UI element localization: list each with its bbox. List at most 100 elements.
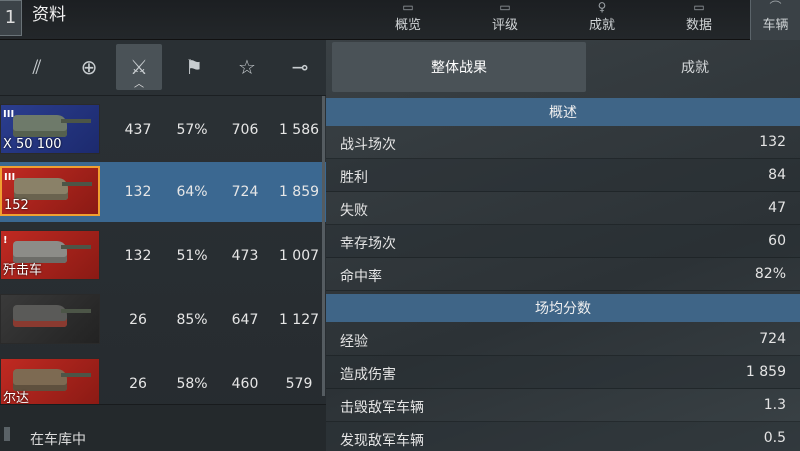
stat-row: 击毁敌军车辆 1.3 bbox=[326, 389, 800, 422]
garage-filter[interactable]: 在车库中 bbox=[0, 404, 326, 451]
rating-icon: ▭ bbox=[499, 0, 511, 14]
tab-overview[interactable]: ▭ 概览 bbox=[363, 0, 453, 40]
stat-value: 82% bbox=[754, 266, 786, 282]
vehicle-row[interactable]: III X 50 100 437 57% 706 1 586 bbox=[0, 100, 326, 160]
winrate-value: 57% bbox=[176, 122, 208, 138]
avg-xp-value: 473 bbox=[231, 248, 259, 264]
vehicle-name: 歼击车 bbox=[3, 263, 43, 278]
winrate-sort-icon[interactable]: ⚑ bbox=[171, 44, 217, 90]
stat-label: 命中率 bbox=[340, 269, 382, 285]
top-bar: 1 资料 ▭ 概览 ▭ 评级 ♀ 成就 ▭ 数据 ⌒ 车辆 bbox=[0, 0, 800, 40]
damage-sort-icon[interactable]: ⊸ bbox=[277, 44, 323, 90]
stat-label: 发现敌军车辆 bbox=[340, 433, 424, 449]
vehicle-thumbnail: ! 歼击车 bbox=[0, 230, 100, 280]
vehicle-thumbnail: III 152 bbox=[0, 166, 100, 216]
back-button[interactable]: 1 bbox=[0, 0, 22, 36]
avg-damage-value: 1 586 bbox=[278, 122, 320, 138]
stat-row: 失败 47 bbox=[326, 192, 800, 225]
tank-barrel bbox=[61, 245, 91, 249]
tank-image bbox=[13, 115, 67, 137]
stat-value: 132 bbox=[759, 134, 786, 150]
stats-panel: 整体战果 成就 概述 战斗场次 132 胜利 84 失败 47 幸存场次 60 … bbox=[326, 40, 800, 451]
tab-rating[interactable]: ▭ 评级 bbox=[460, 0, 550, 40]
tier-badge: ! bbox=[3, 235, 8, 246]
stat-value: 1.3 bbox=[763, 397, 786, 413]
stat-label: 幸存场次 bbox=[340, 236, 396, 252]
vehicle-name: X 50 100 bbox=[3, 137, 62, 152]
stat-row: 造成伤害 1 859 bbox=[326, 356, 800, 389]
vehicle-row[interactable]: ! 歼击车 132 51% 473 1 007 bbox=[0, 226, 326, 286]
overview-icon: ▭ bbox=[402, 0, 414, 14]
tab-achievements-sub[interactable]: 成就 bbox=[590, 42, 800, 92]
battles-value: 437 bbox=[124, 122, 152, 138]
vehicle-thumbnail: 尔达 bbox=[0, 358, 100, 408]
tank-image bbox=[14, 178, 68, 200]
vehicle-name: 152 bbox=[4, 198, 29, 213]
stat-row: 战斗场次 132 bbox=[326, 126, 800, 159]
avg-xp-value: 706 bbox=[231, 122, 259, 138]
mastery-sort-icon[interactable]: ☆ bbox=[224, 44, 270, 90]
battles-value: 26 bbox=[129, 312, 147, 328]
stat-label: 胜利 bbox=[340, 170, 368, 186]
garage-checkbox[interactable] bbox=[4, 427, 10, 441]
data-icon: ▭ bbox=[693, 0, 705, 14]
winrate-value: 85% bbox=[176, 312, 208, 328]
battles-sort-icon[interactable]: ⚔ ︿ bbox=[116, 44, 162, 90]
stat-label: 经验 bbox=[340, 334, 368, 350]
stat-value: 724 bbox=[759, 331, 786, 347]
winrate-value: 58% bbox=[176, 376, 208, 392]
tier-badge: III bbox=[4, 172, 16, 183]
tier-badge: III bbox=[3, 109, 15, 120]
stat-value: 1 859 bbox=[745, 364, 786, 380]
average-section-header: 场均分数 bbox=[326, 294, 800, 322]
stat-row: 发现敌军车辆 0.5 bbox=[326, 422, 800, 451]
tab-overall-results[interactable]: 整体战果 bbox=[332, 42, 586, 92]
vehicle-thumbnail bbox=[0, 294, 100, 344]
stat-row: 经验 724 bbox=[326, 323, 800, 356]
vehicle-list-panel: ⫽ ⊕ ⚔ ︿ ⚑ ☆ ⊸ III X 50 100 437 57% 706 1… bbox=[0, 40, 326, 451]
nation-filter-icon[interactable]: ⊕ bbox=[66, 44, 112, 90]
stat-value: 47 bbox=[768, 200, 786, 216]
tier-filter-icon[interactable]: ⫽ bbox=[14, 44, 60, 90]
garage-filter-label: 在车库中 bbox=[30, 432, 86, 448]
vehicle-thumbnail: III X 50 100 bbox=[0, 104, 100, 154]
vehicle-row[interactable]: 26 85% 647 1 127 bbox=[0, 290, 326, 350]
avg-xp-value: 460 bbox=[231, 376, 259, 392]
tank-barrel bbox=[61, 373, 91, 377]
avg-xp-value: 724 bbox=[231, 184, 259, 200]
tank-barrel bbox=[61, 309, 91, 313]
page-title: 资料 bbox=[32, 5, 66, 25]
list-scrollbar[interactable] bbox=[322, 96, 325, 396]
winrate-value: 64% bbox=[176, 184, 208, 200]
avg-damage-value: 1 007 bbox=[278, 248, 320, 264]
stat-label: 造成伤害 bbox=[340, 367, 396, 383]
stat-label: 击毁敌军车辆 bbox=[340, 400, 424, 416]
stat-row: 胜利 84 bbox=[326, 159, 800, 192]
stat-row: 幸存场次 60 bbox=[326, 225, 800, 258]
stat-label: 失败 bbox=[340, 203, 368, 219]
avg-damage-value: 1 127 bbox=[278, 312, 320, 328]
tank-barrel bbox=[62, 182, 92, 186]
avg-damage-value: 1 859 bbox=[278, 184, 320, 200]
stat-value: 84 bbox=[768, 167, 786, 183]
stat-value: 0.5 bbox=[763, 430, 786, 446]
vehicle-row-selected[interactable]: III 152 132 64% 724 1 859 bbox=[0, 162, 326, 222]
tab-achievements[interactable]: ♀ 成就 bbox=[557, 0, 647, 40]
tank-barrel bbox=[61, 119, 91, 123]
avg-damage-value: 579 bbox=[285, 376, 313, 392]
achievements-icon: ♀ bbox=[597, 0, 607, 14]
filter-bar: ⫽ ⊕ ⚔ ︿ ⚑ ☆ ⊸ bbox=[0, 40, 326, 96]
tab-data[interactable]: ▭ 数据 bbox=[654, 0, 744, 40]
winrate-value: 51% bbox=[176, 248, 208, 264]
vehicles-icon: ⌒ bbox=[769, 0, 782, 14]
overview-section-header: 概述 bbox=[326, 98, 800, 126]
battles-value: 132 bbox=[124, 184, 152, 200]
stat-value: 60 bbox=[768, 233, 786, 249]
avg-xp-value: 647 bbox=[231, 312, 259, 328]
stat-row: 命中率 82% bbox=[326, 258, 800, 291]
sort-caret-icon: ︿ bbox=[134, 79, 144, 90]
tank-image bbox=[13, 305, 67, 327]
tab-vehicles[interactable]: ⌒ 车辆 bbox=[750, 0, 800, 40]
battles-value: 26 bbox=[129, 376, 147, 392]
stat-label: 战斗场次 bbox=[340, 137, 396, 153]
